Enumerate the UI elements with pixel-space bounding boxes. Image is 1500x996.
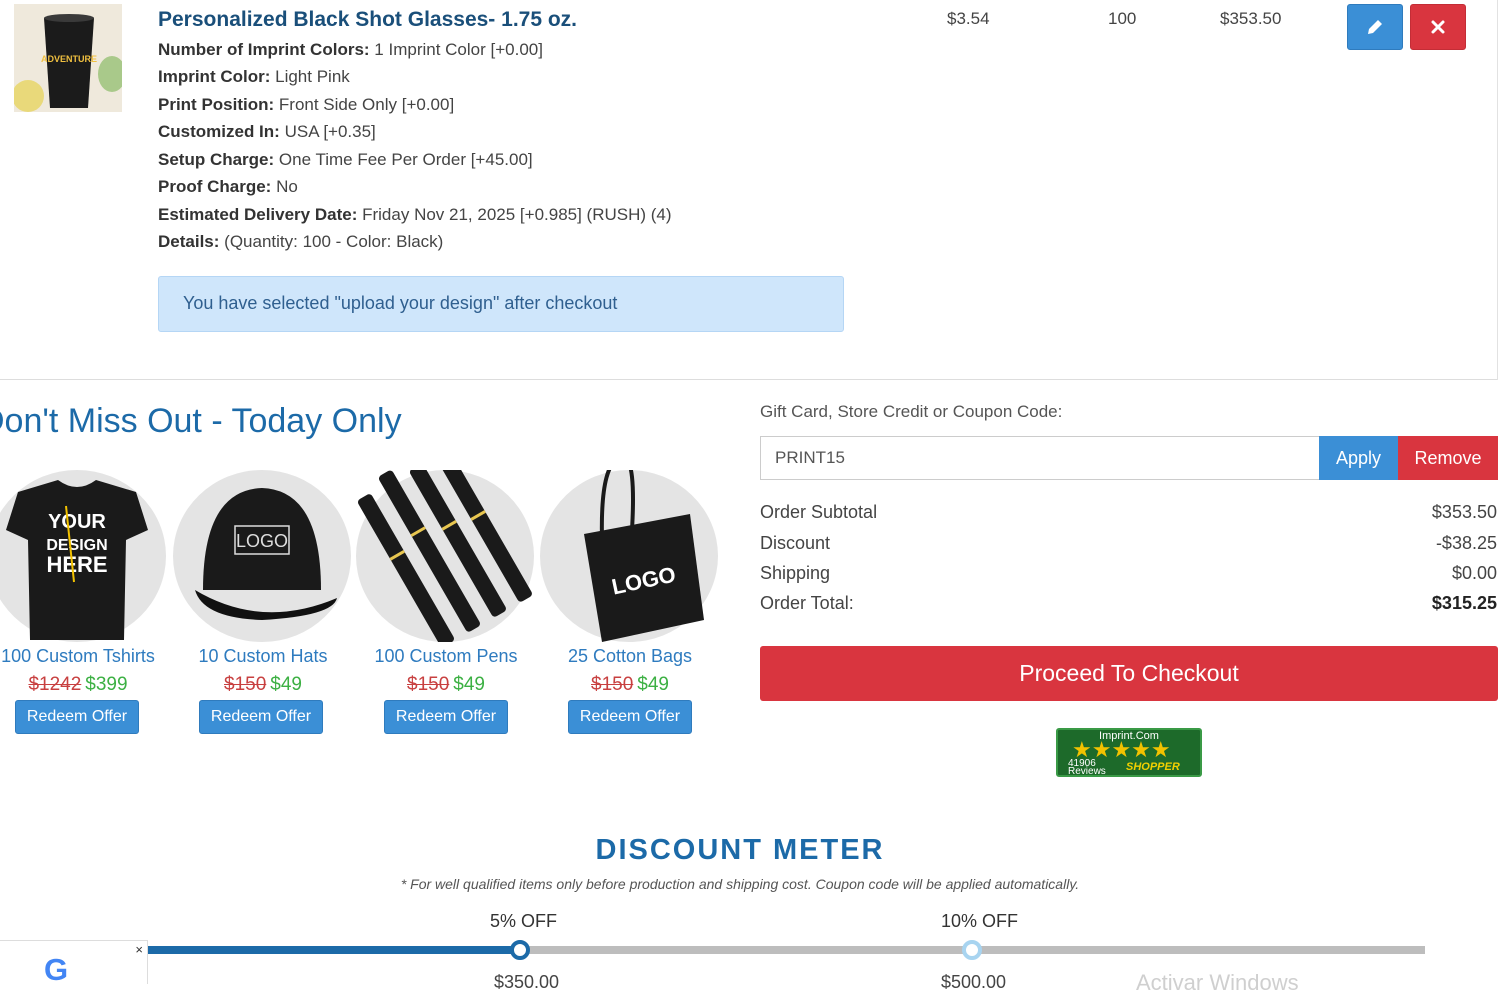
offer-label[interactable]: 100 Custom Pens bbox=[354, 646, 538, 667]
product-thumbnail[interactable]: ADVENTURE bbox=[14, 4, 122, 112]
spec-proof-charge: Proof Charge: No bbox=[158, 177, 298, 196]
svg-text:ADVENTURE: ADVENTURE bbox=[41, 54, 97, 64]
google-reviews-widget[interactable]: × G bbox=[0, 940, 148, 987]
offer-label[interactable]: 25 Cotton Bags bbox=[538, 646, 722, 667]
panel-edge bbox=[1497, 0, 1498, 380]
tier-amount-10: $500.00 bbox=[941, 972, 1007, 992]
os-activation-watermark: Activar Windows bbox=[1136, 970, 1299, 995]
tier-marker-10 bbox=[962, 940, 982, 960]
svg-text:HERE: HERE bbox=[46, 552, 107, 577]
pencil-icon bbox=[1368, 20, 1382, 34]
offer-image-bag[interactable]: LOGO bbox=[540, 456, 718, 642]
spec-print-position: Print Position: Front Side Only [+0.00] bbox=[158, 95, 455, 114]
shot-glass-image: ADVENTURE bbox=[14, 4, 122, 112]
coupon-code-input[interactable] bbox=[760, 436, 1320, 480]
upload-design-notice: You have selected "upload your design" a… bbox=[158, 276, 844, 332]
svg-text:LOGO: LOGO bbox=[236, 531, 288, 551]
coupon-label: Gift Card, Store Credit or Coupon Code: bbox=[760, 402, 1063, 421]
tier-label-10: 10% OFF bbox=[941, 911, 1019, 931]
discount-meter-note: * For well qualified items only before p… bbox=[400, 876, 1080, 892]
close-icon[interactable]: × bbox=[135, 942, 143, 957]
svg-text:YOUR: YOUR bbox=[48, 511, 106, 533]
shopper-approved-badge[interactable]: Imprint.Com ★★★★★ 41906 Reviews SHOPPER … bbox=[1056, 728, 1202, 777]
offers-title: Don't Miss Out - Today Only bbox=[0, 402, 402, 440]
redeem-offer-button[interactable]: Redeem Offer bbox=[15, 700, 139, 734]
line-total: $353.50 bbox=[1220, 9, 1282, 28]
tote-bag-image: LOGO bbox=[584, 456, 704, 642]
discount-meter-title: DISCOUNT METER bbox=[595, 834, 885, 866]
redeem-offer-button[interactable]: Redeem Offer bbox=[199, 700, 323, 734]
offer-label[interactable]: 100 Custom Tshirts bbox=[0, 646, 170, 667]
shipping-row: Shipping $0.00 bbox=[760, 563, 1497, 583]
order-total-row: Order Total: $315.25 bbox=[760, 593, 1497, 613]
spec-details: Details: (Quantity: 100 - Color: Black) bbox=[158, 232, 444, 251]
tier-marker-5 bbox=[510, 940, 530, 960]
pens-image bbox=[358, 457, 532, 647]
unit-price: $3.54 bbox=[947, 9, 990, 28]
remove-item-button[interactable] bbox=[1410, 4, 1466, 50]
offer-label[interactable]: 10 Custom Hats bbox=[171, 646, 355, 667]
remove-coupon-button[interactable]: Remove bbox=[1398, 436, 1498, 480]
offer-price: $1242 $399 bbox=[28, 674, 128, 695]
apply-coupon-button[interactable]: Apply bbox=[1319, 436, 1398, 480]
spec-customized-in: Customized In: USA [+0.35] bbox=[158, 122, 376, 141]
quantity: 100 bbox=[1108, 9, 1137, 28]
spec-imprint-color: Imprint Color: Light Pink bbox=[158, 67, 350, 86]
offer-image-pens[interactable] bbox=[356, 457, 534, 647]
product-title[interactable]: Personalized Black Shot Glasses- 1.75 oz… bbox=[158, 8, 577, 32]
offer-price: $150 $49 bbox=[224, 674, 302, 695]
redeem-offer-button[interactable]: Redeem Offer bbox=[384, 700, 508, 734]
redeem-offer-button[interactable]: Redeem Offer bbox=[568, 700, 692, 734]
offer-price: $150 $49 bbox=[407, 674, 485, 695]
spec-imprint-colors: Number of Imprint Colors: 1 Imprint Colo… bbox=[158, 40, 543, 59]
offer-price: $150 $49 bbox=[591, 674, 669, 695]
offer-image-hat[interactable]: LOGO bbox=[173, 470, 351, 642]
spec-delivery-date: Estimated Delivery Date: Friday Nov 21, … bbox=[158, 205, 672, 224]
proceed-to-checkout-button[interactable]: Proceed To Checkout bbox=[760, 646, 1498, 701]
tshirt-image: YOUR DESIGN HERE bbox=[6, 480, 148, 640]
order-subtotal-row: Order Subtotal $353.50 bbox=[760, 502, 1497, 522]
discount-meter-fill bbox=[148, 946, 518, 954]
tier-label-5: 5% OFF bbox=[490, 911, 558, 931]
discount-row: Discount -$38.25 bbox=[760, 533, 1497, 553]
cap-image: LOGO bbox=[195, 488, 337, 620]
section-divider bbox=[0, 379, 1498, 380]
close-icon bbox=[1431, 20, 1445, 34]
google-icon: G bbox=[44, 952, 69, 987]
tier-amount-5: $350.00 bbox=[494, 972, 560, 992]
edit-item-button[interactable] bbox=[1347, 4, 1403, 50]
offer-image-tshirt[interactable]: YOUR DESIGN HERE bbox=[0, 470, 166, 642]
spec-setup-charge: Setup Charge: One Time Fee Per Order [+4… bbox=[158, 150, 533, 169]
